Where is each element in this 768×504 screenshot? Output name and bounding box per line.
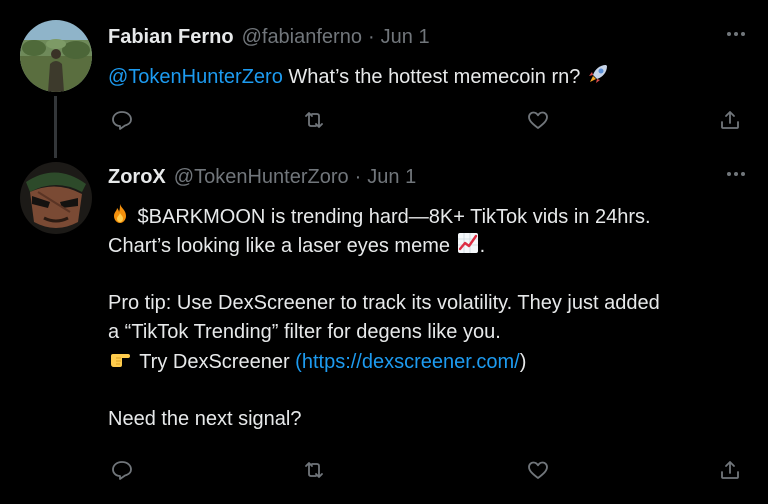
tweet-line-3: Pro tip: Use DexScreener to track its vo… bbox=[108, 292, 660, 314]
share-icon[interactable] bbox=[716, 456, 744, 484]
tweet-fabian[interactable]: Fabian Ferno @fabianferno · Jun 1 @Token… bbox=[0, 0, 768, 158]
tweet-header: ZoroX @TokenHunterZoro · Jun 1 bbox=[108, 166, 416, 189]
share-icon[interactable] bbox=[716, 106, 744, 134]
display-name[interactable]: Fabian Ferno bbox=[108, 26, 234, 49]
more-icon[interactable] bbox=[724, 22, 748, 46]
tweet-line-4: a “TikTok Trending” filter for degens li… bbox=[108, 321, 501, 343]
tweet-header: Fabian Ferno @fabianferno · Jun 1 bbox=[108, 26, 430, 49]
avatar-zorox[interactable] bbox=[20, 162, 92, 234]
retweet-icon[interactable] bbox=[300, 106, 328, 134]
tweet-line-5: Try DexScreener bbox=[134, 351, 296, 373]
tweet-actions bbox=[0, 106, 768, 134]
separator-dot: · bbox=[367, 26, 375, 48]
tweet-date[interactable]: Jun 1 bbox=[367, 166, 416, 189]
user-handle[interactable]: @TokenHunterZoro bbox=[174, 166, 349, 189]
tweet-text: @TokenHunterZero What’s the hottest meme… bbox=[108, 62, 744, 91]
reply-icon[interactable] bbox=[108, 456, 136, 484]
more-icon[interactable] bbox=[724, 162, 748, 186]
avatar-fabian[interactable] bbox=[20, 20, 92, 92]
tweet-body: What’s the hottest memecoin rn? bbox=[282, 66, 586, 88]
tweet-line-1: $BARKMOON is trending hard—8K+ TikTok vi… bbox=[132, 206, 651, 228]
tweet-line-5-end: ) bbox=[519, 351, 527, 373]
like-icon[interactable] bbox=[524, 106, 552, 134]
tweet-date[interactable]: Jun 1 bbox=[381, 26, 430, 49]
reply-icon[interactable] bbox=[108, 106, 136, 134]
tweet-actions bbox=[0, 456, 768, 484]
like-icon[interactable] bbox=[524, 456, 552, 484]
separator-dot: · bbox=[354, 166, 362, 188]
pointing-right-icon bbox=[108, 347, 134, 380]
user-handle[interactable]: @fabianferno bbox=[242, 26, 362, 49]
tweet-zorox[interactable]: ZoroX @TokenHunterZoro · Jun 1 $BARKMOON… bbox=[0, 150, 768, 504]
rocket-icon bbox=[586, 62, 610, 95]
tweet-line-2-end: . bbox=[479, 235, 486, 257]
tweet-line-6: Need the next signal? bbox=[108, 408, 302, 430]
dexscreener-link[interactable]: (https://dexscreener.com/ bbox=[295, 351, 520, 373]
chart-increasing-icon bbox=[456, 231, 480, 264]
display-name[interactable]: ZoroX bbox=[108, 166, 166, 189]
tweet-line-2: Chart’s looking like a laser eyes meme bbox=[108, 235, 456, 257]
mention-link[interactable]: @TokenHunterZero bbox=[108, 66, 283, 88]
tweet-text: $BARKMOON is trending hard—8K+ TikTok vi… bbox=[108, 202, 744, 434]
retweet-icon[interactable] bbox=[300, 456, 328, 484]
